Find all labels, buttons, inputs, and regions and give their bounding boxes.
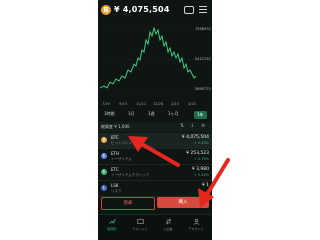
chat-icon[interactable] xyxy=(184,6,194,14)
down-icon[interactable]: ↓ xyxy=(190,123,194,129)
x-label: 4/15 xyxy=(188,102,196,106)
price-tick-low: 3895773 xyxy=(195,87,211,91)
account-icon xyxy=(193,218,199,225)
coin-name: リスク xyxy=(111,189,122,193)
range-tab-1w[interactable]: 1週 xyxy=(148,111,155,117)
coin-symbol: ETC xyxy=(111,167,119,172)
nav-account[interactable]: アカウント xyxy=(185,218,207,231)
app-screen: B ¥ 4,075,504 7558970 5412720 3895773 7/… xyxy=(98,0,212,240)
coin-price: ¥ 3,980 xyxy=(191,167,209,172)
price-tick-high: 7558970 xyxy=(195,27,211,31)
coin-price: ¥ 253,523 xyxy=(186,151,209,156)
coin-row-eth[interactable]: E ETH イーサリアム ¥ 253,523 + 2.79% xyxy=(98,149,212,165)
nav-wallet[interactable]: ウォレット xyxy=(129,218,151,231)
coin-row-etc[interactable]: E ETC イーサリアムクラシック ¥ 3,980 + 3.45% xyxy=(98,165,212,181)
x-label: 12/28 xyxy=(153,102,164,106)
range-tab-1h[interactable]: 1時間 xyxy=(104,111,115,117)
coin-symbol: BTC xyxy=(111,135,119,140)
etc-icon: E xyxy=(101,169,107,175)
nav-transfer[interactable]: 入出金 xyxy=(157,218,179,231)
coin-change: + 5.44% xyxy=(193,141,209,145)
coin-row-lsk[interactable]: L LSK リスク ¥ 1 xyxy=(98,181,212,197)
coin-price: ¥ 1 xyxy=(201,183,209,188)
coin-name: イーサリアムクラシック xyxy=(111,173,150,177)
range-tab-1m[interactable]: 1ヶ月 xyxy=(168,111,179,117)
top-bar: B ¥ 4,075,504 xyxy=(98,0,212,22)
x-label: 7/19 xyxy=(102,102,110,106)
nav-label: 販売所 xyxy=(107,227,117,231)
price-chart: 7558970 5412720 3895773 xyxy=(98,22,212,102)
total-assets-label: 総資産 ¥ 1,000 xyxy=(101,124,130,129)
coin-row-btc[interactable]: B BTC ビットコイン ¥ 4,075,504 + 5.44% xyxy=(98,133,212,149)
total-balance: ¥ 4,075,504 xyxy=(114,5,170,14)
buy-button[interactable]: 購入 xyxy=(157,197,209,208)
coin-symbol: LSK xyxy=(111,183,119,188)
lsk-icon: L xyxy=(101,185,107,191)
wallet-icon xyxy=(136,219,144,224)
range-tab-1y[interactable]: 1年 xyxy=(194,111,207,119)
nav-label: 入出金 xyxy=(163,227,173,231)
nav-label: アカウント xyxy=(188,227,204,231)
eth-icon: E xyxy=(101,153,107,159)
nav-exchange[interactable]: 販売所 xyxy=(101,218,123,231)
coin-symbol: ETH xyxy=(111,151,119,156)
btc-icon: B xyxy=(101,137,107,143)
trade-actions: 売却 購入 xyxy=(98,196,212,210)
menu-icon[interactable] xyxy=(199,6,207,14)
coin-name: ビットコイン xyxy=(111,141,132,145)
transfer-icon xyxy=(165,218,171,225)
price-tick-mid: 5412720 xyxy=(195,57,211,61)
coin-name: イーサリアム xyxy=(111,157,132,161)
x-label: 2/23 xyxy=(171,102,179,106)
asset-filter-row: 総資産 ¥ 1,000 ⇅ ↓ ≡ xyxy=(98,122,212,132)
sort-icon[interactable]: ⇅ xyxy=(180,123,184,129)
settings-icon[interactable]: ≡ xyxy=(201,123,205,129)
coin-change: + 3.45% xyxy=(193,173,209,177)
bottom-nav: 販売所 ウォレット 入出金 アカウント xyxy=(98,214,212,240)
x-label: 11/11 xyxy=(136,102,147,106)
x-axis-labels: 7/19 9/13 11/11 12/28 2/23 4/15 xyxy=(98,102,212,108)
range-tab-1d[interactable]: 1日 xyxy=(128,111,135,117)
chart-icon xyxy=(108,219,116,224)
x-label: 9/13 xyxy=(119,102,127,106)
bitcoin-icon: B xyxy=(101,5,111,15)
sell-button[interactable]: 売却 xyxy=(101,197,155,210)
price-line xyxy=(99,26,197,89)
coin-change: + 2.79% xyxy=(193,157,209,161)
coin-price: ¥ 4,075,504 xyxy=(181,135,209,140)
nav-label: ウォレット xyxy=(132,227,148,231)
